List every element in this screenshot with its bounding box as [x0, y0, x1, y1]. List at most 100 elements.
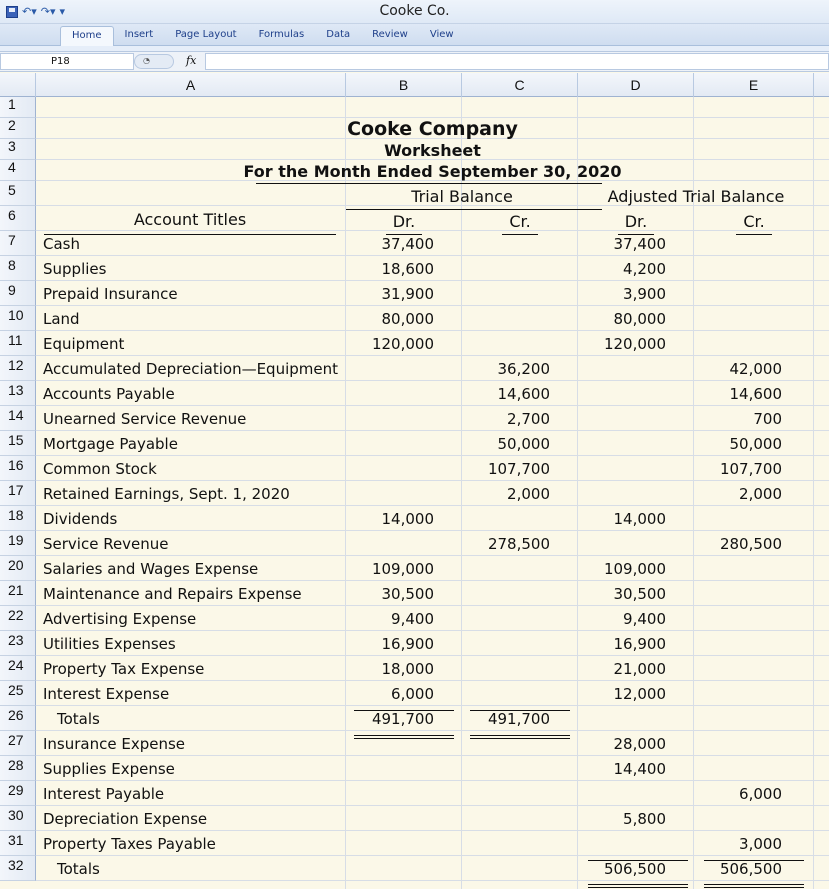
tab-view[interactable]: View: [419, 26, 465, 46]
row-header-23[interactable]: 23: [0, 631, 36, 656]
row-header-5[interactable]: 5: [0, 181, 36, 206]
row-header-12[interactable]: 12: [0, 356, 36, 381]
row-header-10[interactable]: 10: [0, 306, 36, 331]
worksheet-title: Worksheet: [384, 141, 481, 160]
atb-dr-amount: 14,400: [613, 760, 667, 778]
row-header-22[interactable]: 22: [0, 606, 36, 631]
atb-dr-amount: 109,000: [603, 560, 666, 578]
tb-dr-amount: 16,900: [381, 635, 435, 653]
row-header-28[interactable]: 28: [0, 756, 36, 781]
tb-dr-amount: 491,700: [371, 710, 434, 728]
account-title: Accounts Payable: [43, 385, 175, 403]
tb-cr-amount: 36,200: [497, 360, 551, 378]
atb-cr-header: Cr.: [743, 212, 765, 231]
adjusted-trial-balance-header: Adjusted Trial Balance: [607, 187, 785, 206]
column-header-a[interactable]: A: [36, 73, 346, 97]
tab-insert[interactable]: Insert: [114, 26, 165, 46]
row-header-21[interactable]: 21: [0, 581, 36, 606]
fx-icon[interactable]: fx: [186, 54, 196, 67]
tab-review[interactable]: Review: [361, 26, 419, 46]
row-header-20[interactable]: 20: [0, 556, 36, 581]
trial-balance-header: Trial Balance: [411, 187, 513, 206]
account-title: Utilities Expenses: [43, 635, 176, 653]
row-gridline: [36, 280, 829, 281]
name-box-dropdown[interactable]: ◔: [134, 54, 174, 69]
atb-dr-amount: 9,400: [623, 610, 666, 628]
select-all-corner[interactable]: [0, 73, 36, 97]
row-header-29[interactable]: 29: [0, 781, 36, 806]
row-header-9[interactable]: 9: [0, 281, 36, 306]
tb-cr-amount: 50,000: [497, 435, 551, 453]
column-header-d[interactable]: D: [578, 73, 694, 97]
row-header-7[interactable]: 7: [0, 231, 36, 256]
row-header-19[interactable]: 19: [0, 531, 36, 556]
row-header-32[interactable]: 32: [0, 856, 36, 881]
row-gridline: [36, 305, 829, 306]
account-title: Equipment: [43, 335, 125, 353]
row-header-4[interactable]: 4: [0, 160, 36, 181]
row-header-15[interactable]: 15: [0, 431, 36, 456]
row-header-30[interactable]: 30: [0, 806, 36, 831]
row-header-6[interactable]: 6: [0, 206, 36, 231]
row-gridline: [36, 580, 829, 581]
tab-data[interactable]: Data: [315, 26, 361, 46]
tb-cr-amount: 107,700: [487, 460, 550, 478]
row-gridline: [36, 505, 829, 506]
atb-dr-total-rule: [588, 860, 688, 861]
row-gridline: [36, 555, 829, 556]
title-bar: ↶▾ ↷▾ ▾ Cooke Co.: [0, 0, 829, 24]
tb-dr-amount: 9,400: [391, 610, 434, 628]
row-header-14[interactable]: 14: [0, 406, 36, 431]
dropdown-arrow-icon: ◔: [143, 56, 150, 65]
row-header-1[interactable]: 1: [0, 97, 36, 118]
row-header-17[interactable]: 17: [0, 481, 36, 506]
row-gridline: [36, 430, 829, 431]
account-title: Accumulated Depreciation—Equipment: [43, 360, 339, 378]
row-gridline: [36, 355, 829, 356]
tb-cr-amount: 491,700: [487, 710, 550, 728]
tab-formulas[interactable]: Formulas: [248, 26, 316, 46]
row-gridline: [36, 405, 829, 406]
formula-input[interactable]: [205, 53, 829, 70]
totals-label: Totals: [57, 710, 100, 728]
account-title: Depreciation Expense: [43, 810, 208, 828]
row-gridline: [36, 730, 829, 731]
atb-cr-amount: 107,700: [719, 460, 782, 478]
row-header-16[interactable]: 16: [0, 456, 36, 481]
atb-dr-amount: 37,400: [613, 235, 667, 253]
tab-home[interactable]: Home: [60, 26, 114, 46]
account-title: Supplies Expense: [43, 760, 175, 778]
column-header-b[interactable]: B: [346, 73, 462, 97]
tb-dr-amount: 109,000: [371, 560, 434, 578]
row-header-25[interactable]: 25: [0, 681, 36, 706]
row-gridline: [36, 630, 829, 631]
row-header-8[interactable]: 8: [0, 256, 36, 281]
atb-cr-amount: 700: [753, 410, 782, 428]
row-header-24[interactable]: 24: [0, 656, 36, 681]
row-header-31[interactable]: 31: [0, 831, 36, 856]
atb-cr-amount: 6,000: [739, 785, 782, 803]
account-title: Retained Earnings, Sept. 1, 2020: [43, 485, 290, 503]
row-gridline: [36, 480, 829, 481]
account-title: Property Tax Expense: [43, 660, 205, 678]
tb-cr-underline: [502, 234, 538, 235]
row-header-18[interactable]: 18: [0, 506, 36, 531]
atb-dr-header: Dr.: [624, 212, 648, 231]
account-title: Prepaid Insurance: [43, 285, 178, 303]
row-gridline: [36, 655, 829, 656]
row-header-26[interactable]: 26: [0, 706, 36, 731]
tab-page-layout[interactable]: Page Layout: [164, 26, 247, 46]
atb-cr-double-rule-1: [704, 884, 804, 885]
atb-cr-underline: [736, 234, 772, 235]
tb-cr-double-rule-1: [470, 735, 570, 736]
row-header-27[interactable]: 27: [0, 731, 36, 756]
row-header-3[interactable]: 3: [0, 139, 36, 160]
row-header-11[interactable]: 11: [0, 331, 36, 356]
atb-dr-amount: 16,900: [613, 635, 667, 653]
name-box[interactable]: P18: [0, 53, 134, 70]
account-title: Land: [43, 310, 80, 328]
row-header-2[interactable]: 2: [0, 118, 36, 139]
column-header-e[interactable]: E: [694, 73, 814, 97]
column-header-c[interactable]: C: [462, 73, 578, 97]
row-header-13[interactable]: 13: [0, 381, 36, 406]
